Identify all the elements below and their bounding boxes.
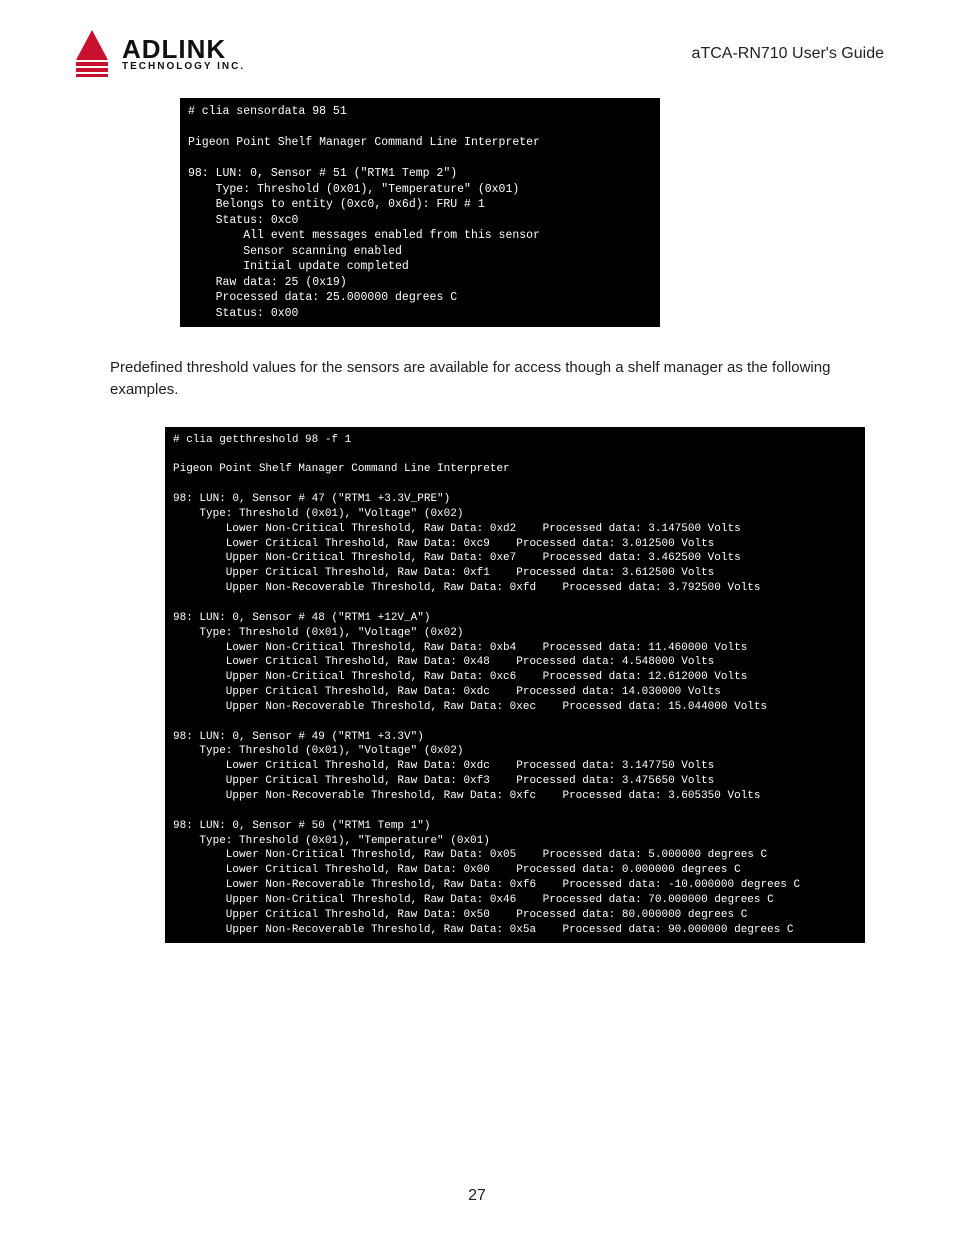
page-number: 27 (0, 1187, 954, 1205)
terminal-output-getthreshold: # clia getthreshold 98 -f 1 Pigeon Point… (165, 427, 865, 944)
logo-subtitle: TECHNOLOGY INC. (122, 62, 245, 72)
adlink-logo-icon (70, 30, 114, 78)
body-paragraph: Predefined threshold values for the sens… (110, 357, 884, 401)
document-title: aTCA-RN710 User's Guide (692, 45, 884, 63)
logo-name: ADLINK (122, 36, 245, 62)
logo: ADLINK TECHNOLOGY INC. (70, 30, 245, 78)
page-header: ADLINK TECHNOLOGY INC. aTCA-RN710 User's… (70, 30, 884, 78)
terminal-output-sensordata: # clia sensordata 98 51 Pigeon Point She… (180, 98, 660, 327)
